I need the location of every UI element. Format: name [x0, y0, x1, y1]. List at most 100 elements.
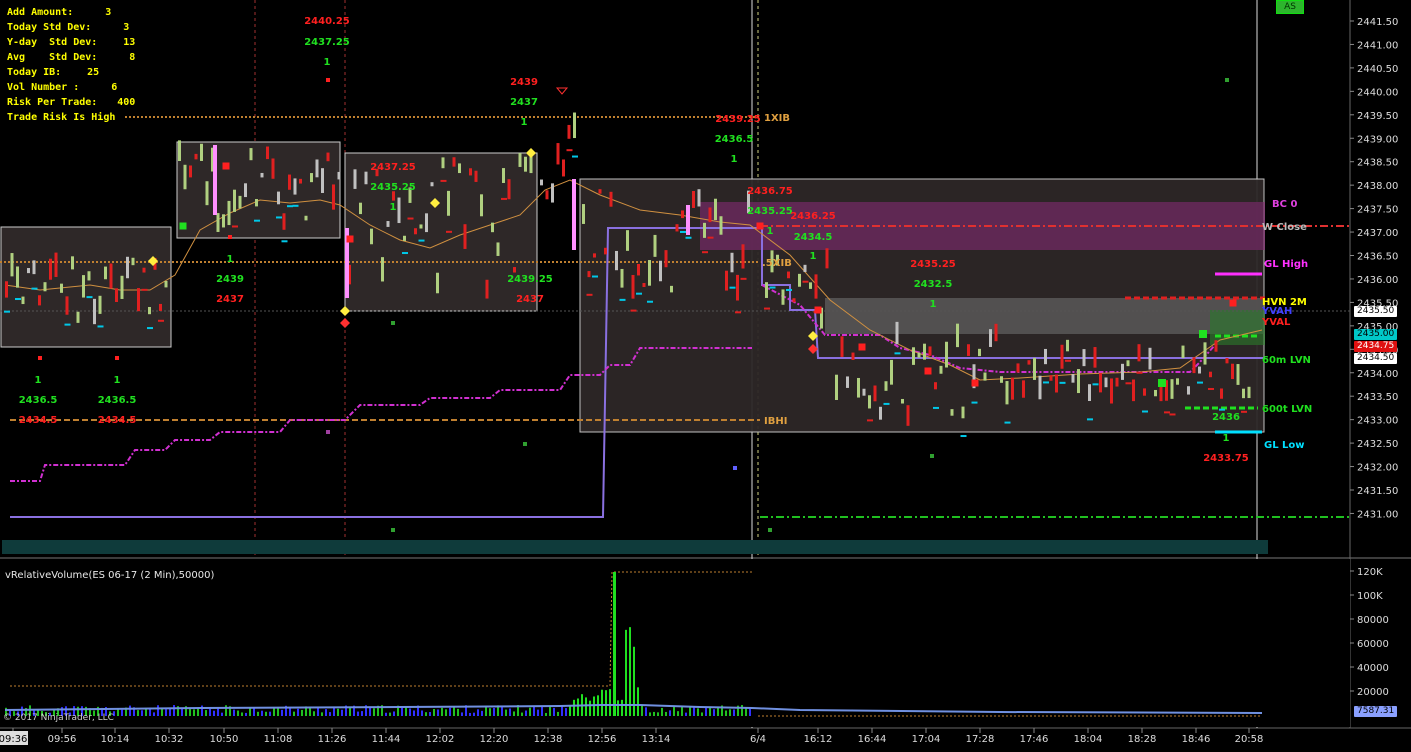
time-tick-label: 10:32: [155, 734, 184, 745]
signal-square: [1158, 379, 1166, 387]
price-annotation: 2434.5: [98, 415, 137, 426]
volume-bar: [145, 709, 147, 716]
stat-value: 6: [111, 82, 118, 93]
volume-bar: [601, 689, 603, 716]
signal-square: [924, 367, 932, 375]
tick-mark: [971, 401, 978, 404]
price-bar: [1132, 379, 1135, 402]
price-chart[interactable]: 2441.50 2441.00 2440.50 2440.00 2439.50 2439.…: [0, 0, 1411, 752]
price-bar: [884, 381, 888, 391]
tick-mark: [1087, 418, 1093, 421]
stat-label: Avg Std Dev:: [7, 52, 98, 63]
volume-bar: [129, 705, 131, 716]
price-bar: [1115, 377, 1119, 387]
volume-bar: [441, 707, 443, 716]
volume-bar: [137, 710, 139, 716]
volume-bar: [273, 708, 275, 716]
price-tick-label: 2433.50: [1357, 392, 1398, 403]
volume-bar: [269, 711, 271, 716]
price-bar: [708, 207, 712, 223]
tick-mark: [630, 309, 637, 312]
volume-bar: [445, 709, 447, 716]
level-label: YVAL: [1261, 317, 1291, 328]
volume-bar: [361, 711, 363, 716]
volume-bar: [505, 709, 507, 716]
volume-bar: [577, 698, 579, 716]
price-bar: [200, 143, 203, 161]
tick-mark: [64, 323, 71, 326]
volume-bar: [141, 710, 143, 716]
price-axis: 2441.50 2441.00 2440.50 2440.00 2439.50 2439.…: [1350, 17, 1398, 520]
price-bar: [148, 306, 151, 315]
volume-bar: [705, 707, 707, 716]
tick-mark: [1164, 411, 1170, 414]
tick-mark: [281, 240, 288, 243]
price-bar: [978, 348, 981, 357]
price-tick-label: 2441.50: [1357, 17, 1398, 28]
volume-bar: [553, 707, 555, 716]
price-bar: [681, 210, 684, 219]
tick-mark: [960, 435, 967, 438]
time-tick-label: 10:50: [210, 734, 239, 745]
price-bar: [513, 267, 516, 273]
price-bar: [244, 183, 247, 198]
tick-mark: [729, 286, 736, 289]
price-annotation: 2439.25: [507, 274, 553, 285]
volume-bar: [501, 707, 503, 716]
price-bar: [386, 221, 390, 227]
price-bar: [551, 183, 554, 203]
price-bar: [216, 213, 220, 232]
tick-mark: [1065, 359, 1071, 362]
tick-mark: [158, 319, 164, 322]
small-square: [115, 356, 119, 360]
price-annotation: 1: [324, 57, 331, 68]
price-bar: [452, 157, 456, 167]
price-bar: [604, 247, 607, 255]
volume-bar: [557, 711, 559, 716]
price-bar: [332, 184, 335, 210]
price-bar: [593, 253, 596, 258]
time-tick-label: 18:46: [1182, 734, 1211, 745]
price-bar: [249, 148, 253, 161]
signal-square: [222, 162, 230, 170]
volume-axis: 120K 100K 80000 60000 40000 20000: [1350, 567, 1389, 698]
price-tag: 2434.75: [1354, 341, 1398, 352]
price-bar: [1082, 349, 1086, 367]
price-bar: [403, 235, 406, 241]
price-bar: [567, 124, 571, 139]
volume-bar: [389, 712, 391, 716]
tick-mark: [501, 197, 507, 200]
volume-bar: [665, 711, 667, 716]
price-annotation: 1: [390, 202, 397, 213]
volume-bar: [321, 712, 323, 716]
tick-mark: [566, 149, 573, 152]
price-bar: [1176, 378, 1179, 385]
price-bar: [1066, 339, 1069, 352]
volume-bar: [117, 708, 119, 716]
volume-bar: [533, 706, 535, 716]
volume-bar: [733, 709, 735, 716]
price-bar: [895, 321, 899, 345]
price-bar: [934, 382, 937, 390]
price-bar: [304, 215, 308, 221]
volume-bar: [569, 705, 571, 716]
price-bar: [474, 170, 478, 182]
price-bar: [189, 165, 192, 178]
volume-bar: [661, 707, 663, 716]
price-bar: [54, 252, 58, 277]
volume-bar: [509, 708, 511, 716]
volume-bar: [529, 707, 531, 716]
price-bar: [994, 323, 998, 342]
as-badge[interactable]: AS: [1276, 0, 1304, 14]
stat-label: Add Amount:: [7, 7, 74, 18]
price-bar: [1027, 360, 1031, 365]
volume-bar: [261, 710, 263, 716]
tick-mark: [636, 292, 642, 295]
price-bar: [38, 295, 41, 306]
volume-bar: [257, 711, 259, 716]
price-bar: [1231, 363, 1234, 380]
tick-mark: [592, 275, 598, 278]
price-tick-label: 2438.00: [1357, 181, 1398, 192]
volume-bar: [469, 712, 471, 716]
volume-bar: [449, 707, 451, 716]
